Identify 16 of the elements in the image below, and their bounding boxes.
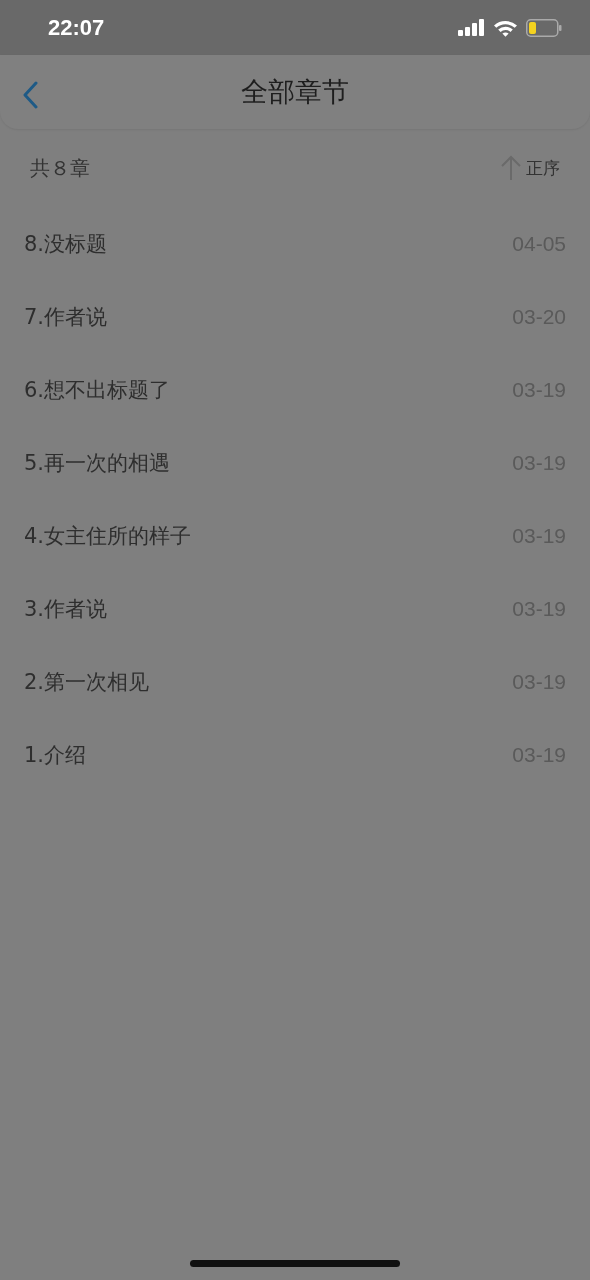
wifi-icon — [493, 18, 518, 37]
chapter-title[interactable]: 4.女主住所的样子 — [24, 521, 192, 550]
back-icon — [22, 81, 38, 109]
chapter-title[interactable]: 6.想不出标题了 — [24, 375, 171, 404]
chapter-title[interactable]: 8.没标题 — [24, 229, 108, 258]
battery-icon — [526, 18, 562, 37]
chapter-title[interactable]: 2.第一次相见 — [24, 667, 150, 696]
chapter-title[interactable]: 1.介绍 — [24, 740, 87, 769]
signal-icon — [458, 19, 485, 36]
chapter-title[interactable]: 3.作者说 — [24, 594, 108, 623]
sort-button[interactable]: 正序 — [500, 155, 560, 181]
chapter-title[interactable]: 7.作者说 — [24, 302, 108, 331]
chapter-count: 共８章 — [30, 154, 90, 182]
page-title: 全部章节 — [241, 75, 349, 109]
status-time: 22:07 — [48, 14, 105, 41]
chapter-title[interactable]: 5.再一次的相遇 — [24, 448, 171, 477]
